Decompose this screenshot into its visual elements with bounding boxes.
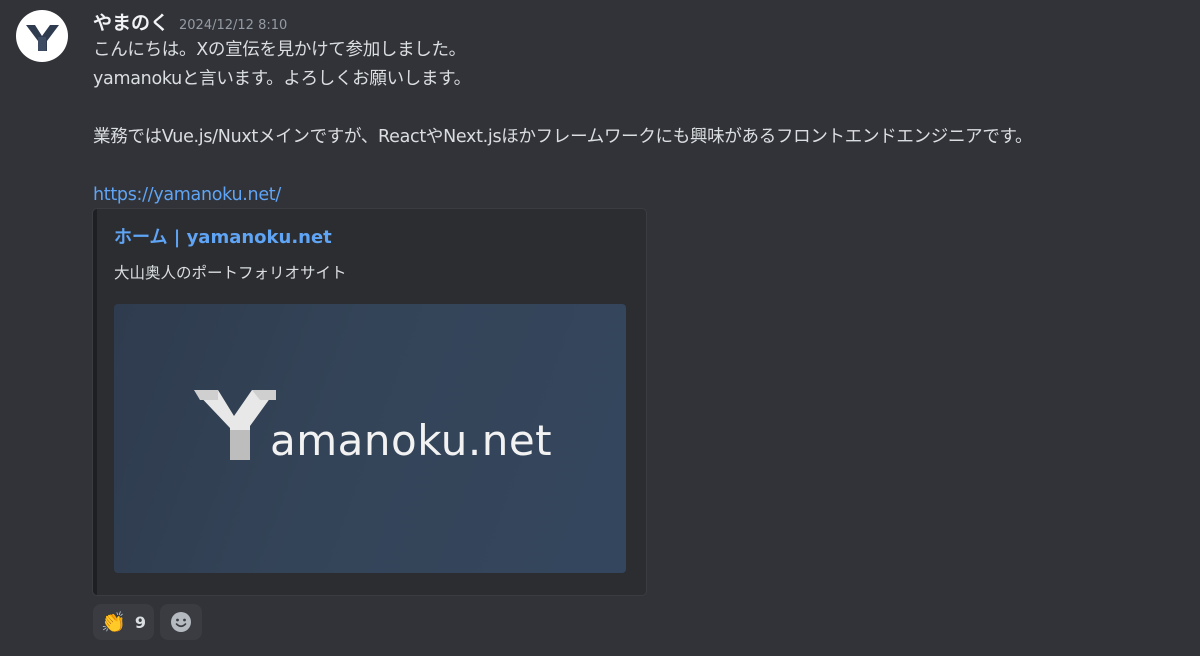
message-line-3: 業務ではVue.js/Nuxtメインですが、ReactやNext.jsほかフレー… bbox=[93, 127, 1033, 147]
yamanoku-logo-icon bbox=[26, 25, 59, 51]
add-reaction-button[interactable] bbox=[160, 604, 203, 640]
smile-face-icon bbox=[171, 612, 192, 632]
link-embed: ホーム | yamanoku.net 大山奥人のポートフォリオサイト amano… bbox=[92, 208, 647, 596]
reaction-bar: 👏 9 bbox=[93, 604, 203, 640]
timestamp[interactable]: 2024/12/12 8:10 bbox=[179, 18, 287, 33]
embed-description: 大山奥人のポートフォリオサイト bbox=[114, 264, 347, 282]
reaction-count: 9 bbox=[134, 612, 147, 632]
avatar[interactable] bbox=[16, 10, 68, 62]
message-content: やまのく 2024/12/12 8:10 こんにちは。Xの宣伝を見かけて参加しま… bbox=[92, 8, 1193, 640]
message-link[interactable]: https://yamanoku.net/ bbox=[93, 185, 281, 205]
clapping-hands-icon: 👏 bbox=[101, 610, 126, 634]
reaction-clap[interactable]: 👏 9 bbox=[93, 604, 155, 640]
username[interactable]: やまのく bbox=[93, 8, 169, 35]
chat-message: やまのく 2024/12/12 8:10 こんにちは。Xの宣伝を見かけて参加しま… bbox=[0, 0, 1200, 656]
embed-image-logo-text: amanoku.net bbox=[270, 416, 553, 465]
message-header: やまのく 2024/12/12 8:10 bbox=[93, 8, 1193, 36]
embed-image[interactable]: amanoku.net bbox=[114, 304, 626, 573]
embed-title[interactable]: ホーム | yamanoku.net bbox=[114, 223, 332, 249]
message-line-2: yamanokuと言います。よろしくお願いします。 bbox=[93, 69, 471, 89]
message-line-1: こんにちは。Xの宣伝を見かけて参加しました。 bbox=[93, 40, 466, 60]
